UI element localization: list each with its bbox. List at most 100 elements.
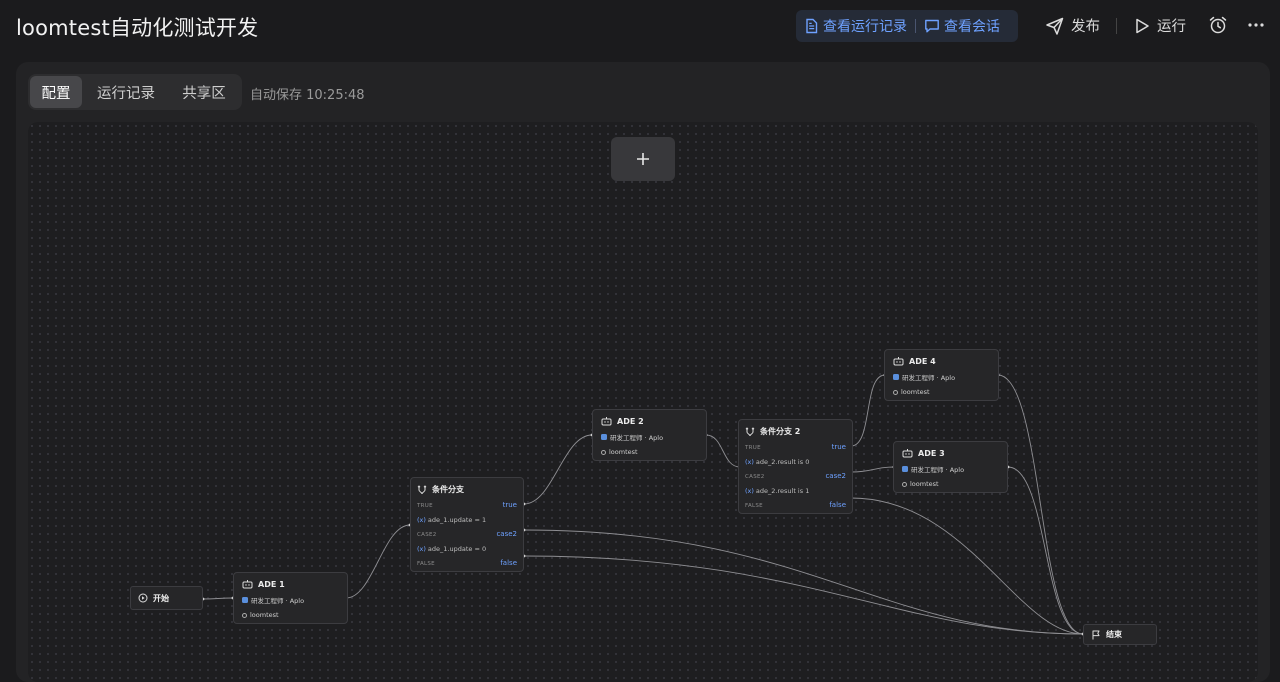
start-node[interactable]: 开始: [130, 586, 203, 610]
divider: [1116, 18, 1117, 34]
edge-ade1-cond1: [345, 524, 411, 599]
view-run-records-label: 查看运行记录: [823, 19, 907, 35]
case-output[interactable]: case2: [496, 530, 517, 538]
robot-icon: [902, 448, 913, 458]
edge-start-ade1: [202, 597, 234, 600]
case-label: CASE2: [417, 532, 437, 538]
tab-run-records[interactable]: 运行记录: [82, 76, 170, 108]
case-label: TRUE: [745, 445, 761, 451]
edge-cond1-ade2: [523, 434, 593, 505]
fx-icon: (x): [417, 516, 426, 524]
role-icon: [242, 597, 248, 603]
node-title: 条件分支: [432, 485, 464, 494]
node-title: ADE 2: [617, 416, 644, 426]
case-condition: (x) ade_2.result is 0: [745, 458, 809, 466]
publish-label: 发布: [1071, 19, 1100, 35]
role-icon: [601, 434, 607, 440]
start-icon: [138, 593, 148, 603]
view-actions-group: 查看运行记录 查看会话: [796, 10, 1018, 42]
edge-cond2-false-end: [850, 497, 1084, 635]
end-label: 结束: [1106, 630, 1122, 639]
fx-icon: (x): [417, 545, 426, 553]
more-button[interactable]: [1246, 15, 1266, 35]
ade-node[interactable]: ADE 4 研发工程师 · Aplo loomtest: [884, 349, 999, 401]
case-output[interactable]: false: [500, 559, 517, 567]
top-bar: loomtest自动化测试开发 查看运行记录 查看会话 发布 运行: [0, 0, 1280, 56]
role-icon: [902, 466, 908, 472]
case-condition: (x) ade_1.update = 0: [417, 545, 486, 553]
view-chat-label: 查看会话: [944, 19, 1000, 35]
tab-config[interactable]: 配置: [30, 76, 82, 108]
ade-node[interactable]: ADE 3 研发工程师 · Aplo loomtest: [893, 441, 1008, 493]
autosave-status: 自动保存 10:25:48: [250, 88, 365, 103]
edge-cond2-ade3: [850, 466, 895, 473]
edge-ade4-end: [997, 374, 1084, 635]
play-icon: [1133, 17, 1151, 35]
case-output[interactable]: true: [832, 443, 846, 451]
edge-cond1-false-end: [523, 555, 1084, 635]
node-title: ADE 4: [909, 356, 936, 366]
condition-node[interactable]: 条件分支 2 TRUE true (x) ade_2.result is 0 CAS…: [738, 419, 853, 514]
more-icon: [1246, 15, 1266, 35]
run-label: 运行: [1157, 19, 1186, 35]
condition-text: ade_1.update = 0: [427, 545, 487, 553]
view-chat-button[interactable]: 查看会话: [916, 16, 1008, 36]
role-icon: [893, 374, 899, 380]
node-role: 研发工程师 · Aplo: [911, 466, 965, 474]
node-role: 研发工程师 · Aplo: [902, 374, 956, 382]
case-label: TRUE: [417, 503, 433, 509]
workflow-canvas[interactable]: 开始 ADE 1 研发工程师 · Aplo loomtest 条件分支 TRUE…: [28, 122, 1258, 682]
project-icon: [902, 481, 907, 487]
view-run-records-button[interactable]: 查看运行记录: [796, 16, 915, 36]
robot-icon: [893, 356, 904, 366]
fx-icon: (x): [745, 487, 754, 495]
run-button[interactable]: 运行: [1133, 15, 1186, 36]
file-icon: [804, 18, 819, 34]
condition-text: ade_2.result is 1: [755, 487, 810, 495]
edge-cond1-case2-end: [523, 529, 1084, 635]
case-label: FALSE: [417, 561, 435, 567]
publish-button[interactable]: 发布: [1045, 15, 1100, 36]
start-label: 开始: [153, 593, 169, 603]
node-title: ADE 3: [918, 448, 945, 458]
tab-shared[interactable]: 共享区: [170, 76, 238, 108]
app-title: loomtest自动化测试开发: [16, 16, 259, 40]
ade-node[interactable]: ADE 1 研发工程师 · Aplo loomtest: [233, 572, 348, 624]
project-icon: [242, 612, 247, 618]
ade-node[interactable]: ADE 2 研发工程师 · Aplo loomtest: [592, 409, 707, 461]
branch-icon: [745, 426, 755, 437]
edge-ade3-end: [1007, 466, 1084, 635]
branch-icon: [417, 484, 427, 495]
send-icon: [1045, 16, 1065, 36]
workflow-panel: 配置 运行记录 共享区 自动保存 10:25:48 开始 ADE 1 研发工程师…: [16, 62, 1270, 682]
case-output[interactable]: false: [829, 501, 846, 509]
robot-icon: [601, 416, 612, 426]
add-node-button[interactable]: [611, 137, 675, 181]
edge-ade2-cond2: [705, 434, 741, 468]
end-node[interactable]: 结束: [1083, 624, 1157, 645]
case-label: FALSE: [745, 503, 763, 509]
project-icon: [893, 389, 898, 395]
condition-node[interactable]: 条件分支 TRUE true (x) ade_1.update = 1 CASE2 c…: [410, 477, 524, 572]
node-role: 研发工程师 · Aplo: [610, 434, 664, 442]
schedule-button[interactable]: [1208, 15, 1228, 35]
project-icon: [601, 449, 606, 455]
node-title: 条件分支 2: [760, 427, 801, 436]
tab-bar: 配置 运行记录 共享区: [28, 74, 242, 110]
node-project: loomtest: [609, 448, 638, 456]
node-title: ADE 1: [258, 579, 285, 589]
case-output[interactable]: true: [503, 501, 517, 509]
edge-layer: [201, 373, 1085, 636]
case-condition: (x) ade_1.update = 1: [417, 516, 486, 524]
fx-icon: (x): [745, 458, 754, 466]
node-project: loomtest: [910, 480, 939, 488]
node-project: loomtest: [901, 388, 930, 396]
condition-text: ade_1.update = 1: [427, 516, 487, 524]
robot-icon: [242, 579, 253, 589]
case-output[interactable]: case2: [825, 472, 846, 480]
case-label: CASE2: [745, 474, 765, 480]
node-role: 研发工程师 · Aplo: [251, 597, 305, 605]
alarm-icon: [1208, 15, 1228, 35]
condition-text: ade_2.result is 0: [755, 458, 810, 466]
plus-icon: [636, 152, 650, 166]
